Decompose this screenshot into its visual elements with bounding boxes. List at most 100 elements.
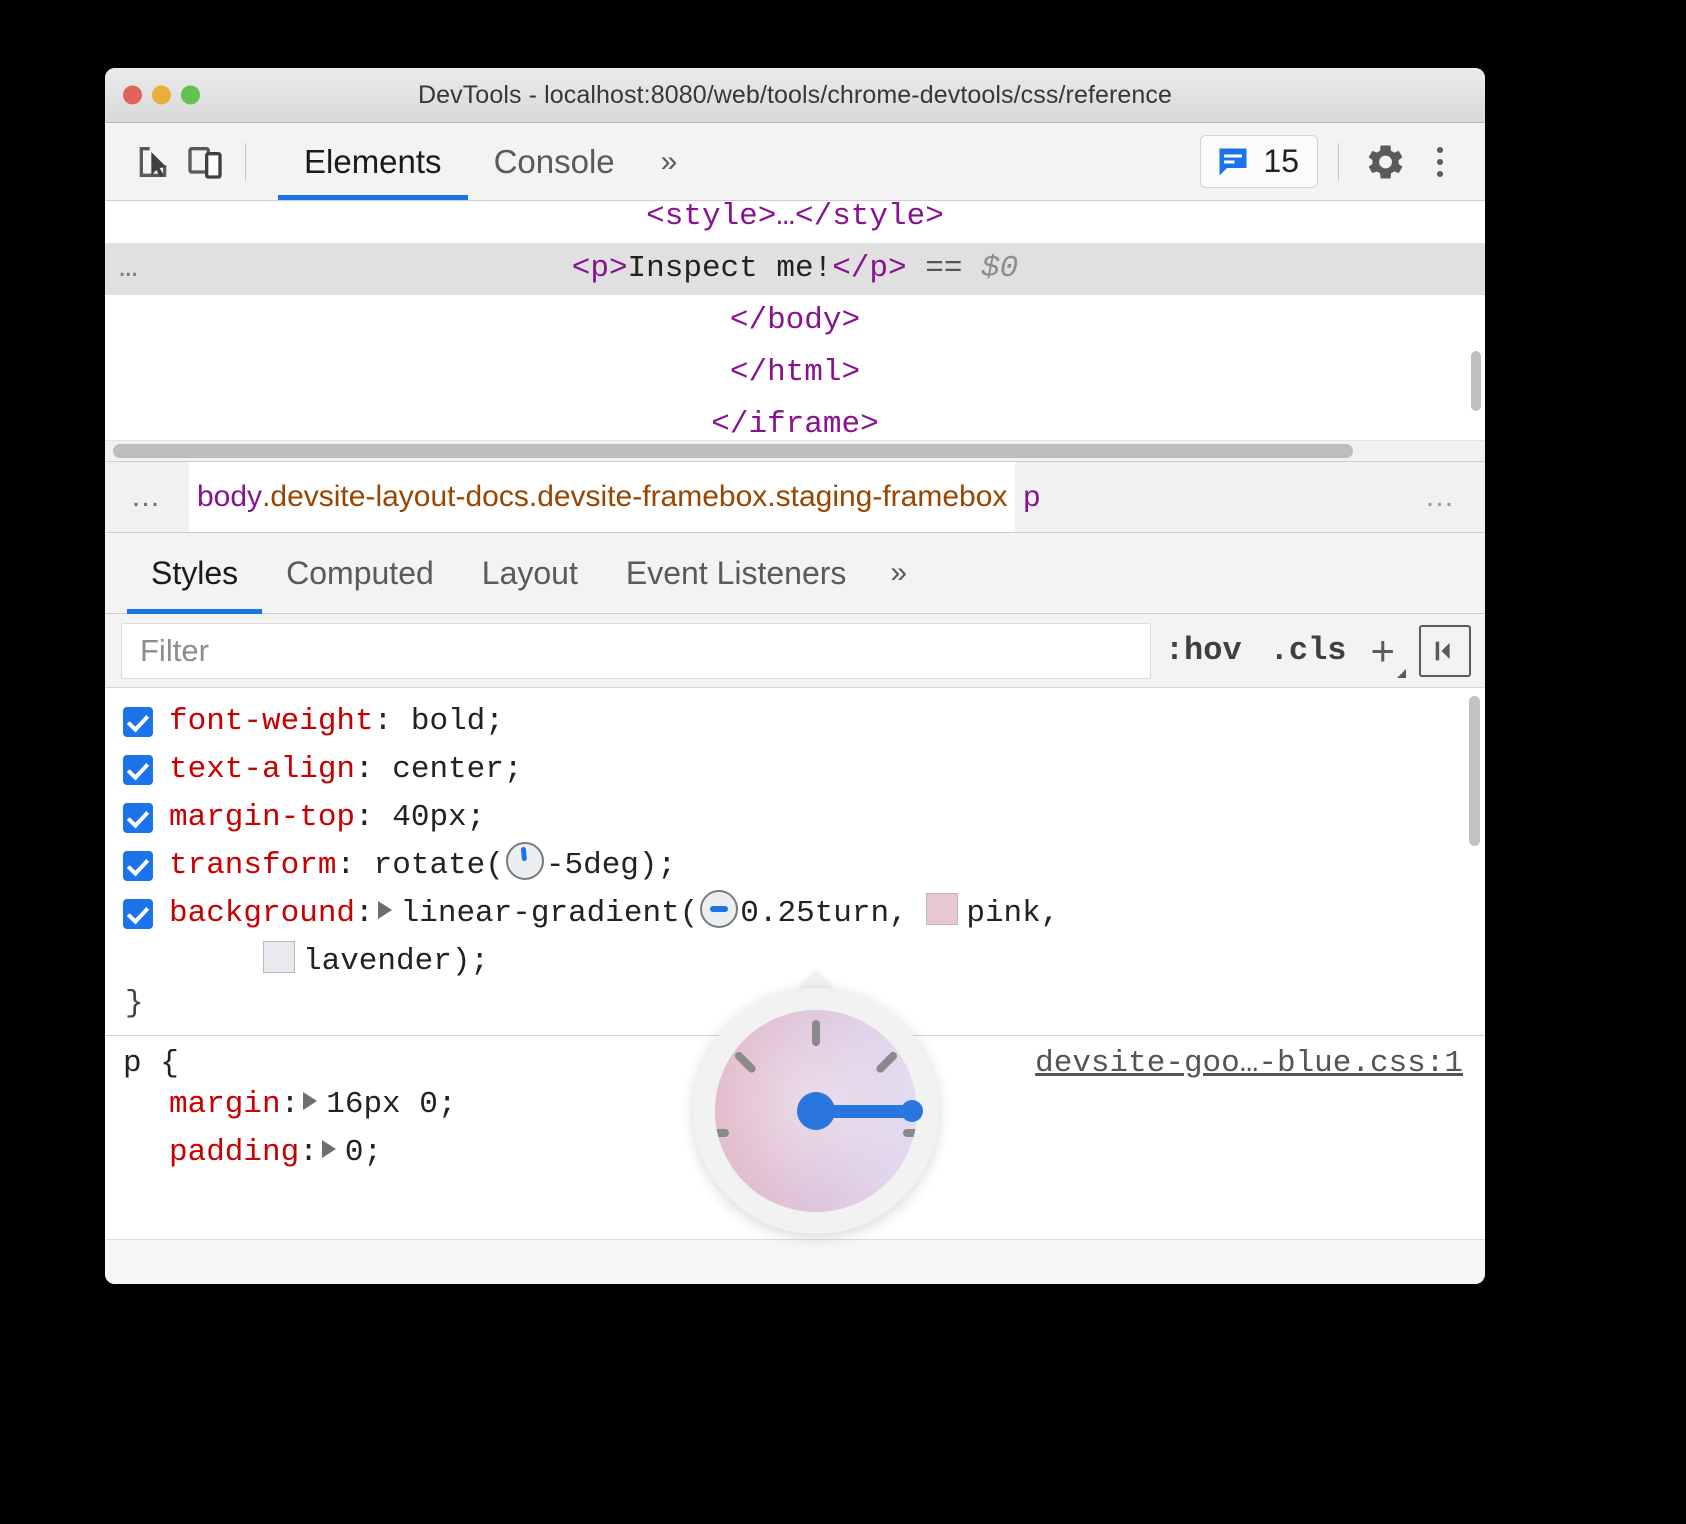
close-window-button[interactable]: [123, 86, 142, 105]
gear-icon[interactable]: [1359, 136, 1411, 188]
show-computed-sidebar-icon[interactable]: [1419, 625, 1471, 677]
tab-event-listeners[interactable]: Event Listeners: [602, 533, 871, 613]
declaration-checkbox[interactable]: [123, 755, 153, 785]
declaration-background-continuation: lavender);: [123, 938, 1485, 986]
element-classes-button[interactable]: .cls: [1256, 632, 1361, 669]
styles-vertical-scrollbar[interactable]: [1469, 696, 1480, 846]
property-value[interactable]: center: [392, 752, 504, 787]
breadcrumb-overflow-right[interactable]: …: [1397, 462, 1485, 532]
dom-row-ellipsis[interactable]: …: [119, 243, 141, 295]
dom-row-html-close[interactable]: </html>: [105, 347, 1485, 399]
styles-sidebar-tab-strip: Styles Computed Layout Event Listeners »: [105, 533, 1485, 614]
expand-shorthand-triangle-icon[interactable]: [303, 1092, 317, 1110]
rule-selector-p[interactable]: p {: [123, 1046, 179, 1081]
tab-styles[interactable]: Styles: [127, 533, 262, 613]
declaration-text-align[interactable]: text-align: center;: [123, 746, 1485, 794]
property-colon: :: [355, 800, 392, 835]
property-colon: :: [374, 704, 411, 739]
declaration-background[interactable]: background: linear-gradient( 0.25turn, pin…: [123, 890, 1485, 938]
value-function-linear-gradient: linear-gradient(: [401, 896, 699, 931]
angle-swatch-gradient[interactable]: [700, 890, 738, 928]
tab-computed[interactable]: Computed: [262, 533, 458, 613]
property-name[interactable]: background: [169, 896, 355, 931]
window-traffic-lights: [123, 86, 200, 105]
dom-tree-horizontal-scrollbar-track[interactable]: [105, 440, 1485, 461]
more-sidebar-tabs-chevron-icon[interactable]: »: [870, 556, 927, 590]
message-count-badge[interactable]: 15: [1200, 135, 1318, 188]
dom-selected-ref: $0: [981, 251, 1018, 286]
declaration-font-weight[interactable]: font-weight: bold;: [123, 698, 1485, 746]
declaration-checkbox[interactable]: [123, 851, 153, 881]
declaration-checkbox[interactable]: [123, 899, 153, 929]
expand-shorthand-triangle-icon[interactable]: [378, 901, 392, 919]
tab-console[interactable]: Console: [468, 123, 641, 200]
declaration-padding[interactable]: padding:0;: [123, 1129, 1485, 1170]
panel-tab-strip: Elements Console »: [278, 123, 697, 200]
property-colon: :: [355, 752, 392, 787]
new-style-rule-button[interactable]: +: [1360, 630, 1405, 672]
property-colon: :: [299, 1135, 318, 1170]
color-value-lavender[interactable]: lavender: [303, 944, 452, 979]
dom-row-selected-p[interactable]: … <p>Inspect me!</p> == $0: [105, 243, 1485, 295]
property-colon: :: [281, 1087, 300, 1122]
property-value[interactable]: 0: [345, 1135, 364, 1170]
property-colon: :: [336, 848, 373, 883]
filter-input[interactable]: [121, 623, 1151, 679]
property-name[interactable]: text-align: [169, 752, 355, 787]
property-name[interactable]: transform: [169, 848, 336, 883]
style-rule-inline: font-weight: bold; text-align: center; m…: [105, 688, 1485, 1027]
property-name[interactable]: font-weight: [169, 704, 374, 739]
zoom-window-button[interactable]: [181, 86, 200, 105]
minimize-window-button[interactable]: [152, 86, 171, 105]
kebab-menu-icon[interactable]: [1417, 136, 1463, 188]
expand-shorthand-triangle-icon[interactable]: [322, 1140, 336, 1158]
declaration-checkbox[interactable]: [123, 707, 153, 737]
dom-tree-vertical-scrollbar[interactable]: [1471, 351, 1481, 411]
declaration-margin[interactable]: margin:16px 0;: [123, 1081, 1485, 1129]
inspect-cursor-icon[interactable]: [127, 136, 179, 188]
rule-source-link[interactable]: devsite-goo…-blue.css:1: [1035, 1046, 1463, 1081]
color-swatch-pink[interactable]: [926, 893, 958, 925]
device-toolbar-icon[interactable]: [179, 136, 231, 188]
declaration-transform[interactable]: transform: rotate( -5deg);: [123, 842, 1485, 890]
property-name[interactable]: padding: [169, 1135, 299, 1170]
breadcrumb-item-body[interactable]: body.devsite-layout-docs.devsite-framebo…: [189, 462, 1015, 532]
dom-tree-horizontal-scrollbar[interactable]: [113, 444, 1353, 458]
property-name[interactable]: margin: [169, 1087, 281, 1122]
dom-row-body-close[interactable]: </body>: [105, 295, 1485, 347]
color-swatch-lavender[interactable]: [263, 941, 295, 973]
value-suffix: );: [639, 848, 676, 883]
window-bottom-strip: [105, 1239, 1485, 1284]
devtools-main-toolbar: Elements Console » 15: [105, 123, 1485, 201]
declaration-checkbox[interactable]: [123, 803, 153, 833]
caret-icon: [1397, 669, 1406, 678]
breadcrumb-overflow-left[interactable]: …: [105, 462, 189, 532]
value-function-rotate: rotate(: [374, 848, 504, 883]
dom-tree-pane[interactable]: <style>…</style> … <p>Inspect me!</p> ==…: [105, 201, 1485, 461]
tab-layout[interactable]: Layout: [458, 533, 602, 613]
declaration-margin-top[interactable]: margin-top: 40px;: [123, 794, 1485, 842]
toggle-element-state-button[interactable]: :hov: [1151, 632, 1256, 669]
angle-value-gradient[interactable]: 0.25turn,: [740, 896, 907, 931]
toolbar-right-group: 15: [1200, 135, 1463, 188]
property-name[interactable]: margin-top: [169, 800, 355, 835]
style-rule-p: p { devsite-goo…-blue.css:1 margin:16px …: [105, 1036, 1485, 1170]
angle-value-rotate[interactable]: -5deg: [546, 848, 639, 883]
property-value[interactable]: 40px: [392, 800, 466, 835]
dom-node-style: <style>…</style>: [646, 201, 944, 234]
tab-elements[interactable]: Elements: [278, 123, 468, 200]
styles-declarations-pane[interactable]: font-weight: bold; text-align: center; m…: [105, 688, 1485, 1170]
property-semicolon: ;: [438, 1087, 457, 1122]
property-value[interactable]: 16px 0: [326, 1087, 438, 1122]
angle-swatch-rotate[interactable]: [506, 842, 544, 880]
more-tabs-chevron-icon[interactable]: »: [641, 145, 698, 179]
color-value-pink[interactable]: pink: [966, 896, 1040, 931]
dom-row-style[interactable]: <style>…</style>: [105, 201, 1485, 243]
window-title-bar: DevTools - localhost:8080/web/tools/chro…: [105, 68, 1485, 123]
property-value[interactable]: bold: [411, 704, 485, 739]
window-title: DevTools - localhost:8080/web/tools/chro…: [105, 81, 1485, 110]
angle-swatch-hand: [521, 847, 527, 861]
breadcrumb-item-p[interactable]: p: [1015, 462, 1048, 532]
property-colon: :: [355, 896, 374, 931]
toolbar-divider: [245, 143, 246, 181]
